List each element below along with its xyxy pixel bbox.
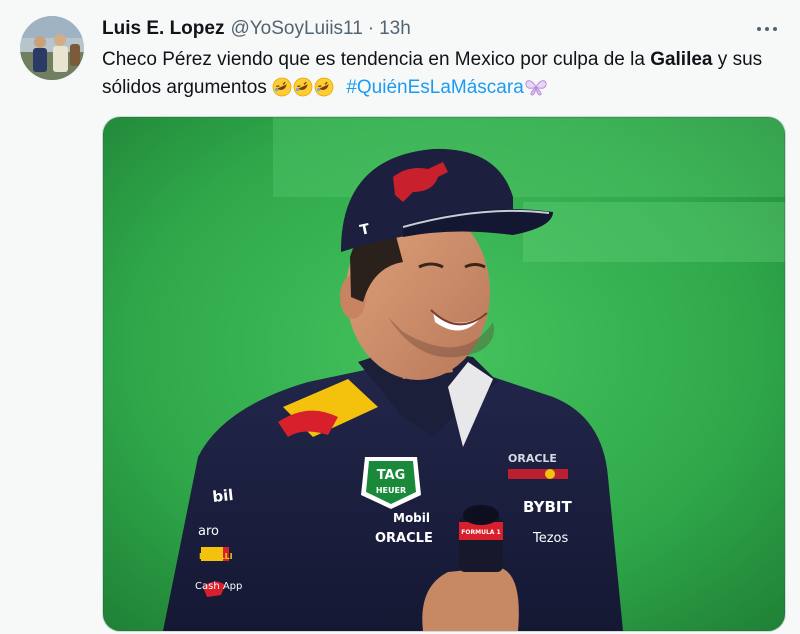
hashtag-link[interactable]: #QuiénEsLaMáscara [346, 77, 523, 98]
oracle-front-logo: ORACLE [375, 531, 433, 546]
mobil-logo: Mobil [393, 511, 430, 525]
svg-text:aro: aro [198, 524, 219, 539]
svg-text:bil: bil [212, 486, 235, 506]
tweet-text-part1: Checo Pérez viendo que es tendencia en M… [102, 49, 645, 70]
tezos-logo: Tezos [532, 531, 569, 546]
cash-app-logo: Cash App [195, 581, 242, 592]
user-handle[interactable]: @YoSoyLuiis11 [230, 18, 362, 40]
tag-heuer-logo-top: TAG [377, 468, 406, 483]
bybit-logo: BYBIT [523, 498, 572, 516]
tweet-header: Luis E. Lopez @YoSoyLuiis11 · 13h [102, 16, 411, 42]
display-name[interactable]: Luis E. Lopez [102, 18, 224, 40]
avatar-image [20, 16, 84, 80]
pirelli-logo: PIRELLI [199, 552, 233, 561]
rolling-on-floor-laughing-icon [314, 77, 334, 97]
timestamp[interactable]: 13h [379, 18, 411, 40]
avatar[interactable] [20, 16, 84, 80]
driver-photo: T TAG HEUER ORACLE BYBIT Tezos Mobil ORA… [103, 117, 785, 631]
tweet-text: Checo Pérez viendo que es tendencia en M… [102, 46, 782, 102]
separator-dot: · [367, 18, 375, 39]
rolling-on-floor-laughing-icon [272, 77, 292, 97]
microphone-logo: FORMULA 1 [461, 529, 500, 536]
oracle-chest-logo: ORACLE [508, 452, 557, 465]
butterfly-icon [525, 80, 547, 96]
rolling-on-floor-laughing-icon [293, 77, 313, 97]
more-options-icon[interactable] [752, 14, 782, 44]
tweet[interactable]: Luis E. Lopez @YoSoyLuiis11 · 13h Checo … [0, 0, 800, 634]
tweet-media-image[interactable]: T TAG HEUER ORACLE BYBIT Tezos Mobil ORA… [102, 116, 786, 632]
tweet-bold-word: Galilea [650, 49, 713, 70]
tag-heuer-logo-bottom: HEUER [376, 486, 406, 495]
